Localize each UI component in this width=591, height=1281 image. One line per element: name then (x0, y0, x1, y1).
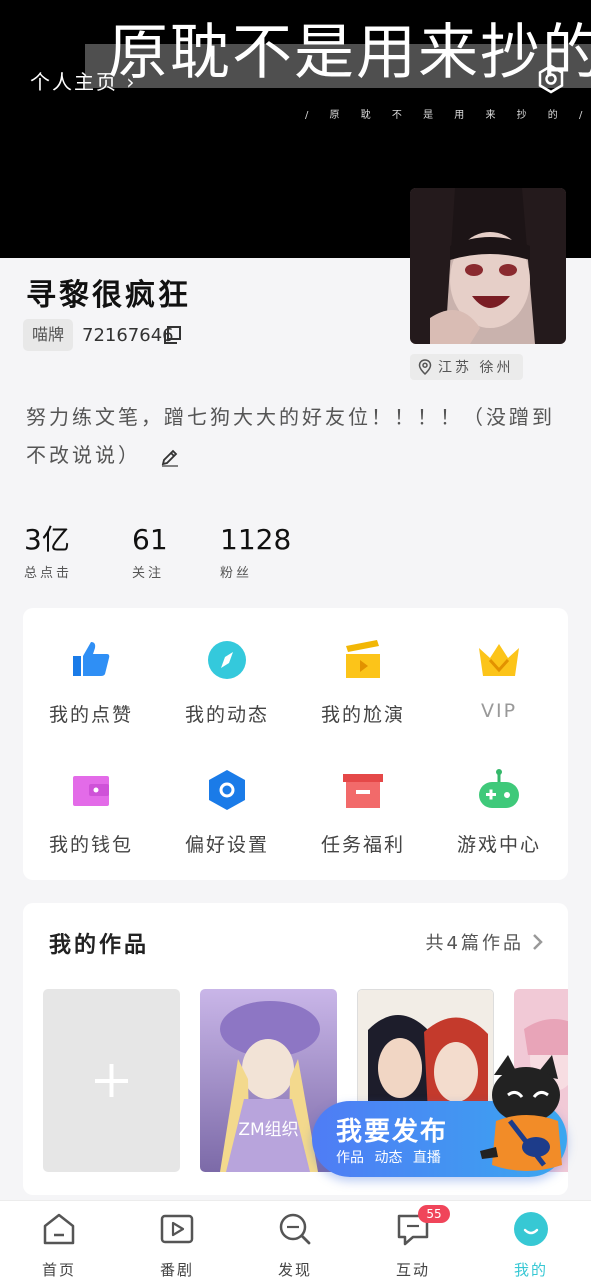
menu-label: 游戏中心 (456, 834, 541, 856)
menu-item-tasks[interactable]: 任务福利 (295, 768, 431, 857)
banner-title: 原耽不是用来抄的 (108, 18, 591, 88)
tab-anime[interactable]: 番剧 (137, 1211, 217, 1280)
banner-subtitle: / 原 耽 不 是 用 来 抄 的 / (305, 110, 591, 121)
hexagon-settings-icon (209, 770, 245, 810)
settings-icon[interactable] (536, 64, 566, 94)
stat-following[interactable]: 61 关注 (132, 522, 168, 581)
tab-label: 发现 (277, 1261, 312, 1279)
cat-mascot-icon (480, 1055, 562, 1171)
menu-item-moments[interactable]: 我的动态 (159, 638, 295, 727)
chevron-right-icon (533, 934, 543, 950)
tab-label: 互动 (395, 1261, 430, 1279)
menu-label: 任务福利 (320, 834, 405, 856)
tab-home[interactable]: 首页 (19, 1211, 99, 1280)
works-count-link[interactable]: 共4篇作品 (426, 929, 544, 955)
stat-label: 粉丝 (220, 566, 253, 581)
user-name: 寻黎很疯狂 (26, 278, 191, 313)
copy-icon[interactable] (162, 325, 182, 345)
menu-label: 偏好设置 (184, 834, 269, 856)
gift-box-icon (343, 774, 383, 808)
bio-text: 努力练文笔，蹭七狗大大的好友位！！！！（没蹭到不改说说） (26, 398, 571, 474)
menu-item-games[interactable]: 游戏中心 (431, 768, 567, 857)
menu-item-performances[interactable]: 我的尬演 (295, 638, 431, 727)
discover-icon (279, 1213, 311, 1245)
home-icon (43, 1213, 75, 1245)
plus-icon (95, 1064, 128, 1097)
menu-label: 我的点赞 (48, 704, 133, 726)
publish-button[interactable]: 我要发布 作品 动态 直播 (312, 1055, 567, 1177)
avatar[interactable] (410, 188, 566, 344)
back-button[interactable]: 个人主页 › (30, 66, 136, 95)
stat-label: 关注 (132, 566, 165, 581)
menu-item-preferences[interactable]: 偏好设置 (159, 768, 295, 857)
location-text: 江苏 徐州 (438, 360, 514, 376)
tab-label: 我的 (513, 1261, 548, 1279)
user-id: 72167646 (82, 325, 174, 346)
location-pin-icon (418, 359, 432, 375)
tab-label: 首页 (41, 1261, 76, 1279)
bio-content: 努力练文笔，蹭七狗大大的好友位！！！！（没蹭到不改说说） (26, 405, 555, 467)
back-label: 个人主页 (30, 70, 118, 94)
menu-label: 我的钱包 (48, 834, 133, 856)
edit-pencil-icon[interactable] (160, 447, 180, 467)
tab-discover[interactable]: 发现 (255, 1211, 335, 1280)
menu-card: 我的点赞 我的动态 我的尬演 VIP 我的钱包 偏好设置 任务福利 游戏中心 (23, 608, 568, 880)
gamepad-icon (479, 769, 519, 808)
tab-mine[interactable]: 我的 (491, 1211, 571, 1280)
works-title: 我的作品 (49, 933, 150, 958)
publish-options: 作品 动态 直播 (336, 1150, 441, 1166)
stat-label: 总点击 (24, 566, 73, 581)
play-icon (160, 1214, 194, 1244)
stat-value: 61 (132, 523, 168, 556)
bottom-tab-bar: 首页 番剧 发现 互动 我的 (0, 1200, 591, 1281)
add-work-button[interactable] (43, 989, 180, 1172)
compass-icon (208, 641, 246, 679)
menu-item-likes[interactable]: 我的点赞 (23, 638, 159, 727)
wallet-icon (73, 776, 109, 806)
stat-total-clicks[interactable]: 3亿 总点击 (24, 522, 72, 581)
stat-value: 3亿 (24, 523, 70, 556)
stat-value: 1128 (220, 523, 292, 556)
publish-title: 我要发布 (336, 1117, 449, 1147)
notification-badge: 55 (418, 1205, 450, 1223)
stat-followers[interactable]: 1128 粉丝 (220, 522, 291, 581)
menu-item-vip[interactable]: VIP (431, 638, 567, 722)
chevron-right-icon: › (118, 70, 137, 94)
location-tag: 江苏 徐州 (410, 354, 524, 380)
thumbs-up-icon (73, 642, 110, 676)
menu-item-wallet[interactable]: 我的钱包 (23, 768, 159, 857)
badge-label[interactable]: 喵牌 (23, 319, 73, 351)
crown-icon (479, 644, 519, 676)
menu-label: 我的动态 (184, 704, 269, 726)
profile-icon (514, 1212, 548, 1246)
clapperboard-icon (346, 640, 380, 678)
works-count: 共4篇作品 (425, 933, 524, 954)
menu-label: VIP (480, 700, 518, 722)
tab-label: 番剧 (159, 1261, 194, 1279)
menu-label: 我的尬演 (320, 704, 405, 726)
